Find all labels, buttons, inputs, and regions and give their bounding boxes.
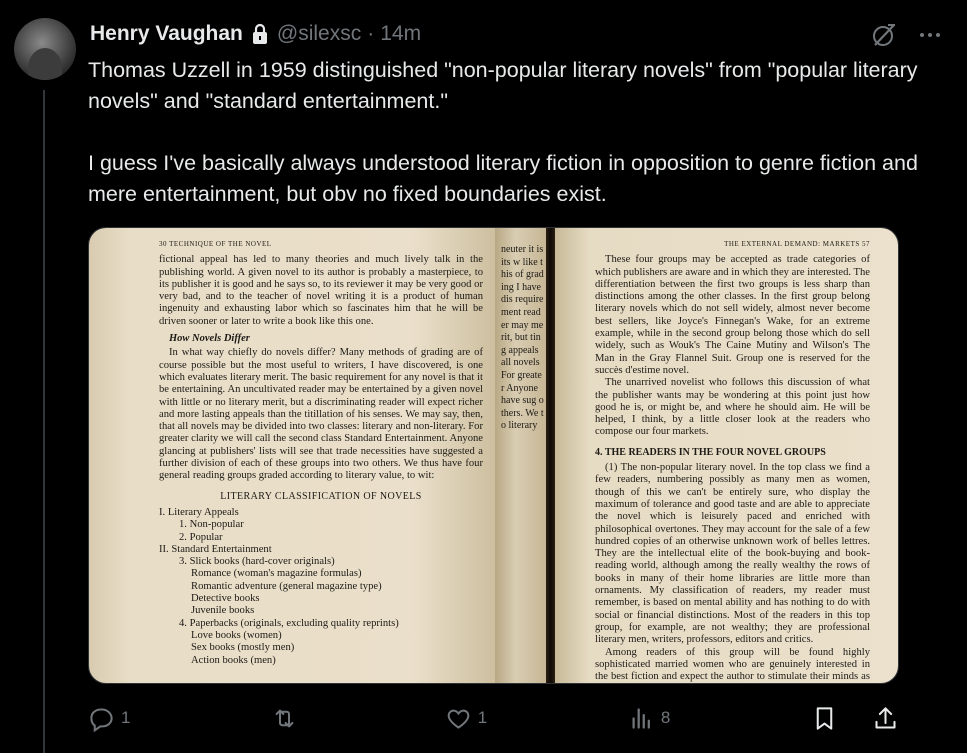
like-button[interactable]: 1 [445,705,487,732]
right-running-head: THE EXTERNAL DEMAND: MARKETS 57 [724,240,870,248]
header-actions [871,22,940,48]
views-button[interactable]: 8 [628,705,670,732]
book-spine [546,228,555,683]
classification-item: 4. Paperbacks (originals, excluding qual… [179,617,399,629]
classification-item: 2. Popular [179,531,223,543]
book-middle-strip: neuter it is its w like this of grading … [495,228,547,683]
reply-button[interactable]: 1 [88,705,130,732]
repost-icon [275,709,294,727]
author-handle[interactable]: @silexsc [277,22,361,46]
classification-item: Detective books [191,593,260,605]
classification-item: Romantic adventure (general magazine typ… [191,580,382,592]
bookmark-icon [816,706,833,730]
classification-item: I. Literary Appeals [159,506,239,518]
views-count: 8 [660,708,671,727]
classification-list: I. Literary Appeals 1. Non-popular 2. Po… [159,507,483,667]
left-heading: How Novels Differ [169,333,250,345]
separator: · [367,22,375,45]
right-heading: 4. THE READERS IN THE FOUR NOVEL GROUPS [595,446,826,458]
reply-count: 1 [121,708,131,727]
left-para-1: fictional appeal has led to many theorie… [159,254,483,327]
action-bar: 1 1 8 [88,700,899,736]
more-icon[interactable] [917,22,943,48]
like-count: 1 [477,708,488,727]
book-right-page: THE EXTERNAL DEMAND: MARKETS 57 These fo… [555,228,898,683]
left-running-head: 30 TECHNIQUE OF THE NOVEL [159,240,272,248]
tweet-text: Thomas Uzzell in 1959 distinguished "non… [88,58,918,206]
right-para-4: Among readers of this group will be foun… [595,646,870,683]
classification-item: Action books (men) [191,654,276,666]
classification-title: LITERARY CLASSIFICATION OF NOVELS [220,490,422,502]
share-icon [875,706,896,729]
book-left-page: 30 TECHNIQUE OF THE NOVEL fictional appe… [89,228,495,683]
classification-item: II. Standard Entertainment [159,543,272,555]
tweet-photo[interactable]: 30 TECHNIQUE OF THE NOVEL fictional appe… [88,227,899,684]
heart-icon [447,709,470,729]
bookmark-button[interactable] [811,705,838,732]
left-para-2: In what way chiefly do novels differ? Ma… [159,347,483,482]
classification-item: Sex books (mostly men) [191,642,295,654]
timestamp[interactable]: 14m [380,22,421,46]
right-para-2: The unarrived novelist who follows this … [595,377,870,438]
lock-icon [251,23,269,45]
tweet-header: Henry Vaughan @silexsc · 14m [90,20,421,48]
right-para-3: (1) The non-popular literary novel. In t… [595,462,870,646]
right-para-1: These four groups may be accepted as tra… [595,254,870,376]
classification-item: Love books (women) [191,629,282,641]
views-icon [632,707,650,729]
thread-line [43,90,45,753]
avatar[interactable] [14,18,76,80]
classification-item: 1. Non-popular [179,519,244,531]
author-name[interactable]: Henry Vaughan [90,22,243,46]
classification-item: Romance (woman's magazine formulas) [191,568,362,580]
repost-button[interactable] [271,705,304,732]
middle-strip-text: neuter it is its w like this of grading … [501,244,544,432]
reply-icon [90,707,113,732]
classification-item: 3. Slick books (hard-cover originals) [179,556,335,568]
classification-item: Juvenile books [191,605,255,617]
share-button[interactable] [872,705,899,732]
grok-icon[interactable] [871,22,897,48]
secondary-actions [811,705,899,732]
